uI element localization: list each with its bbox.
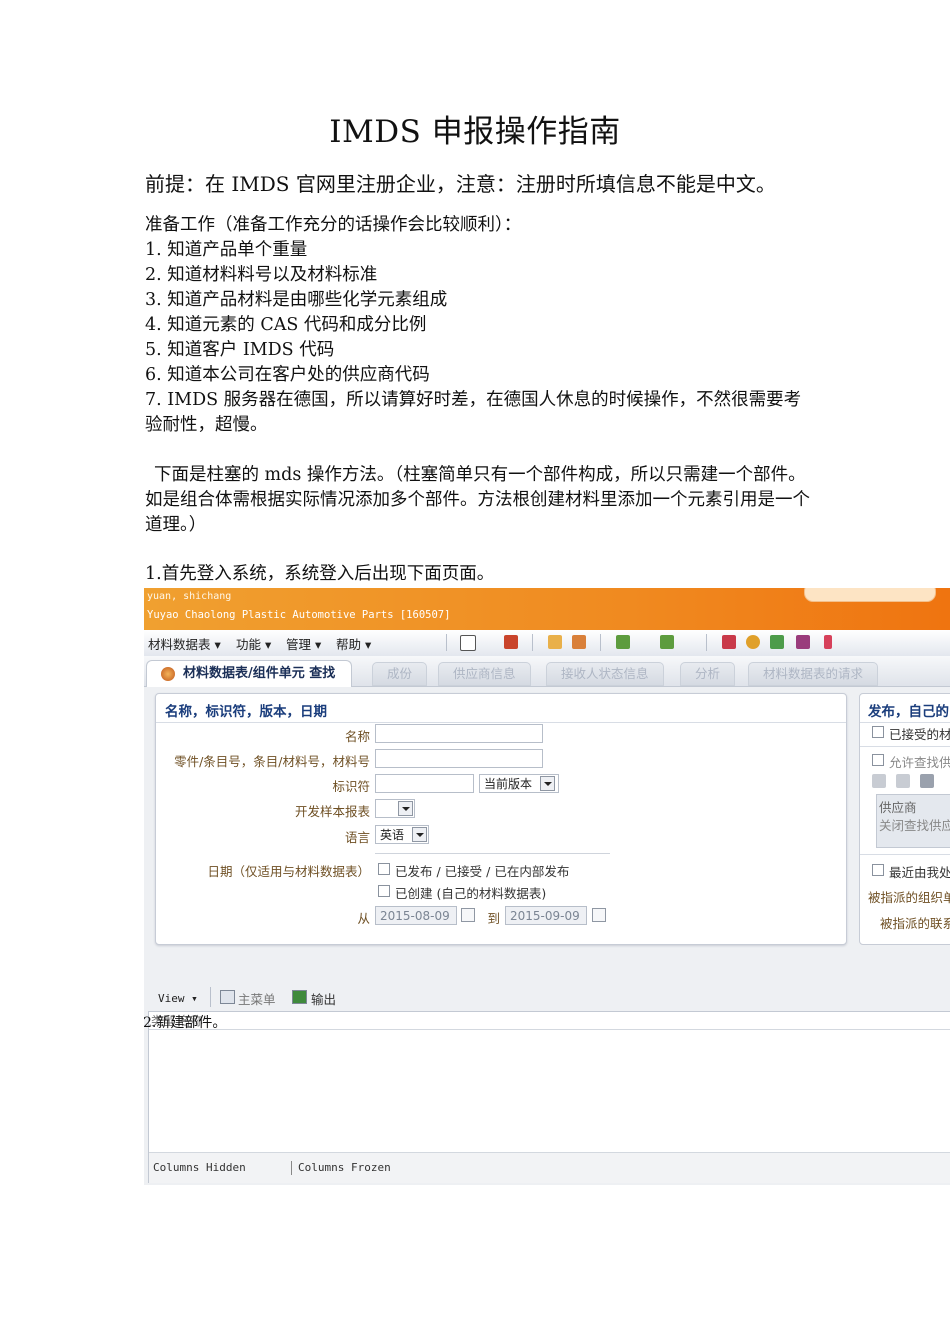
recent-option: 最近由我处 bbox=[889, 865, 950, 880]
view-menu[interactable]: View ▾ bbox=[158, 992, 198, 1005]
identifier-input[interactable] bbox=[375, 774, 474, 793]
part-number-input[interactable] bbox=[375, 749, 543, 768]
building-icon[interactable] bbox=[896, 774, 910, 788]
globe-icon[interactable] bbox=[746, 635, 760, 649]
tab-datasheet-requests[interactable]: 材料数据表的请求 bbox=[748, 662, 879, 686]
prep-item-5: 5. 知道客户 IMDS 代码 bbox=[145, 340, 335, 360]
menu-bar: 材料数据表 ▾ 功能 ▾ 管理 ▾ 帮助 ▾ bbox=[144, 630, 950, 657]
intro-paragraph: 下面是柱塞的 mds 操作方法。（柱塞简单只有一个部件构成，所以只需建一个部件。… bbox=[145, 465, 810, 535]
from-label: 从 bbox=[357, 911, 370, 926]
created-checkbox[interactable] bbox=[378, 885, 390, 897]
main-menu-icon bbox=[220, 990, 235, 1004]
flask-icon[interactable] bbox=[824, 635, 832, 649]
supplier-box: 供应商 关闭查找供应 bbox=[876, 794, 950, 848]
tab-row: 材料数据表/组件单元 查找 成份 供应商信息 接收人状态信息 分析 材料数据表的… bbox=[144, 656, 950, 687]
premise-paragraph: 前提：在 IMDS 官网里注册企业，注意：注册时所填信息不能是中文。 bbox=[145, 172, 776, 196]
imds-screenshot: yuan, shichang Yuyao Chaolong Plastic Au… bbox=[144, 588, 950, 1185]
copy-icon[interactable] bbox=[572, 635, 586, 649]
language-dropdown-icon[interactable] bbox=[412, 827, 427, 842]
columns-frozen[interactable]: Columns Frozen bbox=[298, 1161, 391, 1174]
name-input[interactable] bbox=[375, 724, 543, 743]
tab-recipient-status[interactable]: 接收人状态信息 bbox=[546, 662, 664, 686]
prep-heading: 准备工作（准备工作充分的话操作会比较顺利）： bbox=[145, 215, 522, 235]
allow-search-option: 允许查找供 bbox=[889, 755, 950, 770]
document-title: IMDS 申报操作指南 bbox=[329, 114, 621, 150]
publish-panel: 发布，自己的 已接受的材 允许查找供 供应商 关闭查找供应 最近由我处 被指派的… bbox=[859, 693, 950, 945]
published-option: 已发布 / 已接受 / 已在内部发布 bbox=[395, 864, 570, 879]
excel-icon bbox=[292, 990, 307, 1004]
assigned-org-label: 被指派的组织单 bbox=[868, 890, 950, 905]
tab-search[interactable]: 材料数据表/组件单元 查找 bbox=[146, 660, 353, 687]
sample-report-dropdown-icon[interactable] bbox=[398, 801, 413, 816]
company-name: Yuyao Chaolong Plastic Automotive Parts … bbox=[147, 609, 451, 621]
prep-item-4: 4. 知道元素的 CAS 代码和成分比例 bbox=[145, 315, 427, 335]
recent-checkbox[interactable] bbox=[872, 864, 884, 876]
prep-item-7: 7. IMDS 服务器在德国，所以请算好时差，在德国人休息的时候操作，不然很需要… bbox=[145, 390, 802, 435]
created-option: 已创建 (自己的材料数据表) bbox=[395, 886, 547, 901]
disk-icon[interactable] bbox=[920, 774, 934, 788]
from-date-input[interactable]: 2015-08-09 bbox=[375, 906, 457, 925]
to-label: 到 bbox=[487, 911, 500, 926]
prep-item-2: 2. 知道材料料号以及材料标准 bbox=[145, 265, 378, 285]
to-calendar-icon[interactable] bbox=[592, 908, 606, 922]
grid-footer: Columns Hidden Columns Frozen bbox=[149, 1152, 950, 1183]
menu-help[interactable]: 帮助 ▾ bbox=[336, 634, 371, 653]
menu-admin[interactable]: 管理 ▾ bbox=[286, 634, 321, 653]
tab-supplier-info[interactable]: 供应商信息 bbox=[438, 662, 531, 686]
search-panel: 名称，标识符，版本，日期 名称 零件/条目号，条目/材料号，材料号 标识符 当前… bbox=[155, 693, 847, 945]
tab-components[interactable]: 成份 bbox=[372, 662, 428, 686]
home-icon[interactable] bbox=[872, 774, 886, 788]
prep-item-3: 3. 知道产品材料是由哪些化学元素组成 bbox=[145, 290, 448, 310]
version-dropdown-icon[interactable] bbox=[540, 776, 555, 791]
shield-icon[interactable] bbox=[796, 635, 810, 649]
download-icon[interactable] bbox=[616, 635, 630, 649]
allow-search-checkbox[interactable] bbox=[872, 754, 884, 766]
prep-item-6: 6. 知道本公司在客户处的供应商代码 bbox=[145, 365, 430, 385]
new-document-icon[interactable] bbox=[460, 635, 476, 651]
close-supplier-search[interactable]: 关闭查找供应 bbox=[879, 815, 950, 834]
to-date-input[interactable]: 2015-09-09 bbox=[505, 906, 587, 925]
save-icon[interactable] bbox=[504, 635, 518, 649]
columns-hidden[interactable]: Columns Hidden bbox=[153, 1161, 246, 1174]
supplier-label: 供应商 bbox=[879, 800, 917, 815]
identifier-label: 标识符 bbox=[332, 779, 370, 794]
part-number-label: 零件/条目号，条目/材料号，材料号 bbox=[174, 754, 370, 769]
header-search-pill bbox=[804, 588, 936, 602]
published-checkbox[interactable] bbox=[378, 863, 390, 875]
tab-analysis[interactable]: 分析 bbox=[680, 662, 736, 686]
prep-item-1: 1. 知道产品单个重量 bbox=[145, 240, 308, 260]
date-label: 日期（仅适用与材料数据表） bbox=[207, 864, 370, 879]
step1-text: 1.首先登入系统，系统登入后出现下面页面。 bbox=[145, 564, 495, 584]
publish-panel-heading: 发布，自己的 bbox=[868, 704, 949, 720]
language-label: 语言 bbox=[344, 830, 370, 845]
user-name: yuan, shichang bbox=[147, 591, 232, 602]
results-grid: 类型 名称 2.新建部件。 Columns Hidden Columns Fro… bbox=[144, 1011, 950, 1183]
menu-function[interactable]: 功能 ▾ bbox=[236, 634, 271, 653]
accepted-option: 已接受的材 bbox=[889, 727, 950, 742]
view-toolbar: View ▾ 主菜单 输出 bbox=[144, 983, 950, 1013]
assigned-contact-label: 被指派的联系 bbox=[880, 916, 950, 931]
upload-icon[interactable] bbox=[660, 635, 674, 649]
edit-icon[interactable] bbox=[548, 635, 562, 649]
name-label: 名称 bbox=[344, 729, 370, 744]
menu-material-datasheet[interactable]: 材料数据表 ▾ bbox=[148, 634, 221, 653]
main-menu-button[interactable]: 主菜单 bbox=[238, 989, 276, 1008]
cube-icon[interactable] bbox=[722, 635, 736, 649]
search-panel-heading: 名称，标识符，版本，日期 bbox=[165, 704, 327, 720]
app-header: yuan, shichang Yuyao Chaolong Plastic Au… bbox=[144, 588, 950, 630]
export-button[interactable]: 输出 bbox=[311, 989, 336, 1008]
accepted-checkbox[interactable] bbox=[872, 726, 884, 738]
search-tab-icon bbox=[161, 667, 175, 681]
from-calendar-icon[interactable] bbox=[461, 908, 475, 922]
people-icon[interactable] bbox=[770, 635, 784, 649]
sample-report-label: 开发样本报表 bbox=[294, 804, 370, 819]
